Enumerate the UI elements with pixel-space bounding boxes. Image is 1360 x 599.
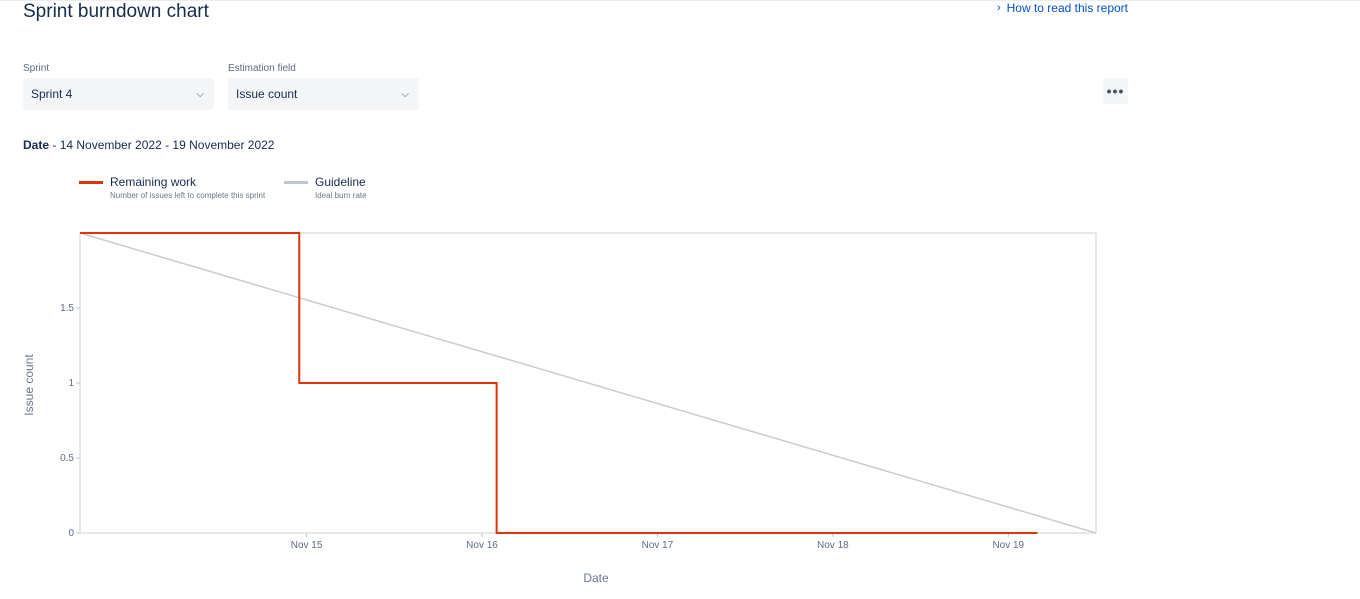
y-axis-title: Issue count (22, 354, 36, 416)
x-tick-label: Nov 18 (817, 540, 849, 551)
y-tick-label: 1.5 (60, 303, 74, 314)
y-tick-label: 0.5 (60, 453, 74, 464)
series-guideline-line (79, 232, 1097, 534)
x-tick-label: Nov 16 (466, 540, 498, 551)
x-tick-label: Nov 15 (291, 540, 323, 551)
series-layer (79, 232, 1097, 534)
burndown-chart: 00.511.5 Nov 15 Nov 16 Nov 17 Nov 18 Nov 19 … (22, 232, 1097, 585)
x-tick-label: Nov 19 (992, 540, 1024, 551)
y-tick-label: 0 (68, 528, 74, 539)
y-axis-ticks: 0 0.5 1 1.5 (60, 303, 80, 539)
x-tick-label: Nov 17 (642, 540, 674, 551)
series-remaining-work-line (80, 232, 1038, 534)
y-tick-label: 1 (68, 378, 74, 389)
x-axis-ticks: Nov 15 Nov 16 Nov 17 Nov 18 Nov 19 (291, 533, 1025, 551)
x-axis-title: Date (583, 571, 609, 585)
